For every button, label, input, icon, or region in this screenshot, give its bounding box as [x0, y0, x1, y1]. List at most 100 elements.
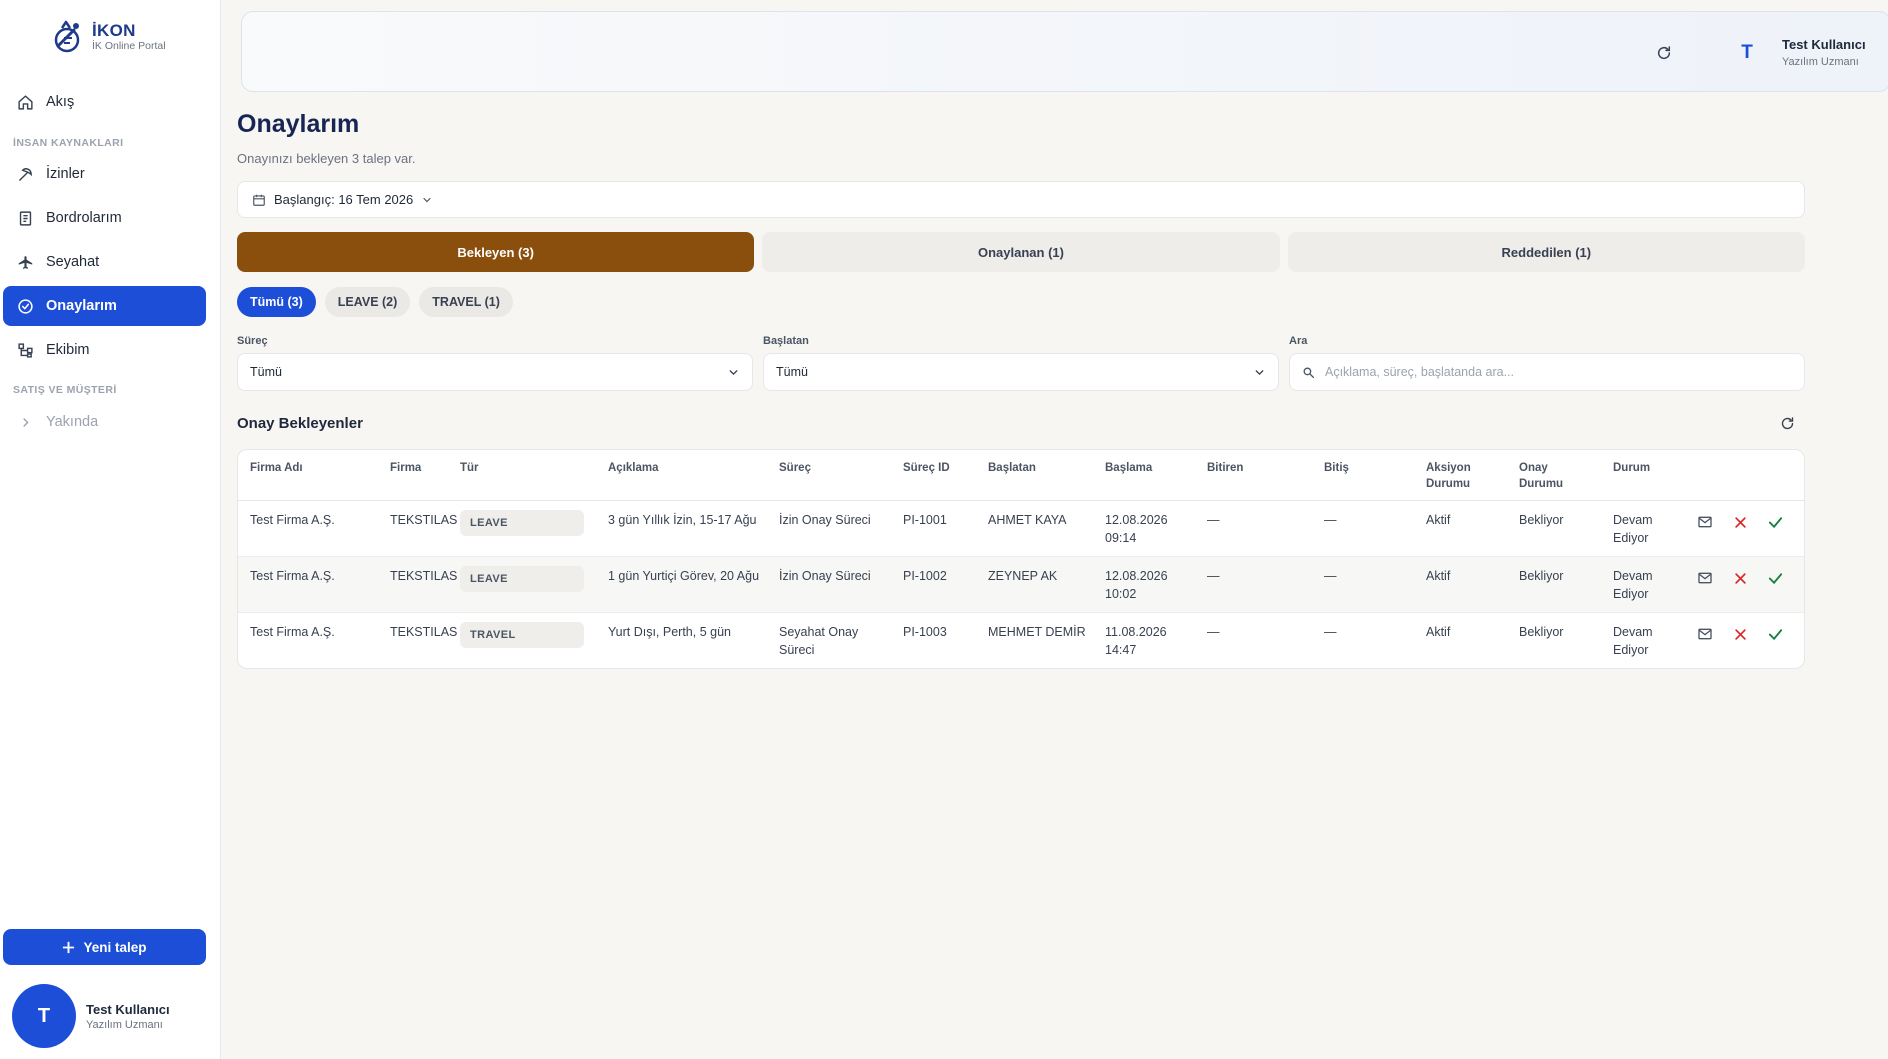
initiator-select[interactable]: Tümü	[763, 353, 1279, 391]
cell: TEKSTILAS	[378, 556, 457, 613]
tab-pending[interactable]: Bekleyen (3)	[237, 232, 755, 272]
column-header[interactable]: Onay Durumu	[1507, 450, 1601, 501]
column-header[interactable]: Süreç	[767, 450, 891, 501]
page-subtitle: Onayınızı bekleyen 3 talep var.	[237, 151, 416, 166]
table-row[interactable]: Test Firma A.Ş. TEKSTILAS LEAVE 3 gün Yı…	[238, 500, 1804, 557]
cell: İzin Onay Süreci	[767, 556, 891, 613]
process-select-value: Tümü	[250, 365, 282, 379]
sidebar-item-izinler[interactable]: İzinler	[3, 154, 206, 194]
column-header[interactable]: Firma Adı	[238, 450, 378, 501]
initiator-select-value: Tümü	[776, 365, 808, 379]
sidebar-item-yakinda[interactable]: Yakında	[3, 402, 206, 442]
check-icon	[1768, 516, 1782, 528]
search-input[interactable]	[1325, 365, 1785, 379]
cell: Bekliyor	[1507, 500, 1601, 557]
avatar: T	[12, 984, 76, 1048]
reject-button[interactable]	[1731, 569, 1749, 587]
approvals-table: Firma Adı Firma Tür Açıklama Süreç Süreç…	[237, 449, 1805, 669]
refresh-icon	[1657, 46, 1671, 60]
check-icon	[1768, 628, 1782, 640]
logo[interactable]: İKON İK Online Portal	[48, 18, 166, 56]
column-header[interactable]: Açıklama	[596, 450, 767, 501]
cell: Aktif	[1414, 556, 1507, 613]
table-row[interactable]: Test Firma A.Ş. TEKSTILAS TRAVEL Yurt Dı…	[238, 613, 1804, 669]
type-badge: TRAVEL	[460, 622, 584, 648]
column-header[interactable]: Bitiş	[1312, 450, 1414, 501]
column-header[interactable]: Başlama	[1093, 450, 1195, 501]
header-avatar[interactable]: T	[1730, 36, 1764, 70]
logo-subtitle: İK Online Portal	[92, 40, 166, 52]
user-name: Test Kullanıcı	[86, 1001, 170, 1017]
process-select[interactable]: Tümü	[237, 353, 753, 391]
refresh-button[interactable]	[1652, 41, 1676, 65]
sidebar-item-ekibim[interactable]: Ekibim	[3, 330, 206, 370]
section-title: Onay Bekleyenler	[237, 415, 363, 432]
close-icon	[1734, 628, 1746, 640]
column-header[interactable]: Durum	[1601, 450, 1684, 501]
table-row[interactable]: Test Firma A.Ş. TEKSTILAS LEAVE 1 gün Yu…	[238, 556, 1804, 613]
approve-button[interactable]	[1766, 569, 1784, 587]
column-header[interactable]: Bitiren	[1195, 450, 1312, 501]
column-header[interactable]: Firma	[378, 450, 448, 501]
sidebar-item-label: İzinler	[46, 166, 85, 182]
cell: —	[1312, 556, 1414, 613]
chip-leave[interactable]: LEAVE (2)	[324, 287, 411, 317]
column-header[interactable]: Tür	[448, 450, 596, 501]
header-user-role: Yazılım Uzmanı	[1782, 56, 1859, 68]
reject-button[interactable]	[1731, 513, 1749, 531]
nav-section-hr: İNSAN KAYNAKLARI	[13, 137, 124, 149]
mail-icon	[1698, 628, 1712, 640]
column-header[interactable]: Başlatan	[976, 450, 1093, 501]
column-header[interactable]: Aksiyon Durumu	[1414, 450, 1507, 501]
check-circle-icon	[18, 298, 33, 314]
tab-approved[interactable]: Onaylanan (1)	[762, 232, 1280, 272]
sidebar-item-onaylarim[interactable]: Onaylarım	[3, 286, 206, 326]
date-filter[interactable]: Başlangıç: 16 Tem 2026	[237, 181, 1805, 218]
sidebar-item-bordrolarim[interactable]: Bordrolarım	[3, 198, 206, 238]
chip-travel[interactable]: TRAVEL (1)	[419, 287, 513, 317]
message-button[interactable]	[1696, 569, 1714, 587]
tab-rejected[interactable]: Reddedilen (1)	[1287, 232, 1805, 272]
chip-all[interactable]: Tümü (3)	[237, 287, 316, 317]
check-icon	[1768, 572, 1782, 584]
process-filter-label: Süreç	[237, 335, 268, 347]
nav-section-sales: SATIŞ VE MÜŞTERİ	[13, 384, 117, 396]
status-tabs: Bekleyen (3) Onaylanan (1) Reddedilen (1…	[237, 232, 1805, 272]
message-button[interactable]	[1696, 513, 1714, 531]
cell: —	[1324, 625, 1337, 639]
new-request-button[interactable]: Yeni talep	[3, 929, 206, 965]
cell: TEKSTILAS	[390, 625, 458, 639]
chevron-down-icon	[1255, 369, 1264, 375]
type-badge: LEAVE	[460, 510, 584, 536]
cell-type: TRAVEL	[448, 613, 596, 669]
table-refresh-button[interactable]	[1776, 412, 1798, 434]
header-user[interactable]: Test Kullanıcı Yazılım Uzmanı	[1782, 37, 1866, 68]
sidebar-item-label: Seyahat	[46, 254, 100, 270]
sidebar-user[interactable]: T Test Kullanıcı Yazılım Uzmanı	[12, 984, 170, 1048]
cell: —	[1195, 500, 1312, 557]
sidebar-item-akis[interactable]: Akış	[3, 82, 206, 122]
sidebar-item-label: Ekibim	[46, 342, 90, 358]
new-request-label: Yeni talep	[83, 939, 147, 955]
cell: ZEYNEP AK	[976, 556, 1093, 613]
sidebar-item-label: Bordrolarım	[46, 210, 122, 226]
cell: —	[1312, 500, 1414, 557]
user-role: Yazılım Uzmanı	[86, 1018, 163, 1031]
type-chips: Tümü (3) LEAVE (2) TRAVEL (1)	[237, 287, 513, 317]
approve-button[interactable]	[1766, 513, 1784, 531]
refresh-icon	[1781, 416, 1793, 429]
mail-icon	[1698, 516, 1712, 528]
sidebar-item-seyahat[interactable]: Seyahat	[3, 242, 206, 282]
cell: TEKSTILAS	[378, 500, 457, 557]
message-button[interactable]	[1696, 625, 1714, 643]
cell: Test Firma A.Ş.	[238, 556, 378, 613]
approve-button[interactable]	[1766, 625, 1784, 643]
cell: Aktif	[1414, 500, 1507, 557]
page-title: Onaylarım	[237, 110, 360, 138]
cell: Bekliyor	[1507, 556, 1601, 613]
chevron-right-icon	[23, 417, 29, 427]
logo-title: İKON	[92, 21, 136, 40]
reject-button[interactable]	[1731, 625, 1749, 643]
column-header[interactable]: Süreç ID	[891, 450, 976, 501]
cell: Test Firma A.Ş.	[250, 625, 335, 639]
